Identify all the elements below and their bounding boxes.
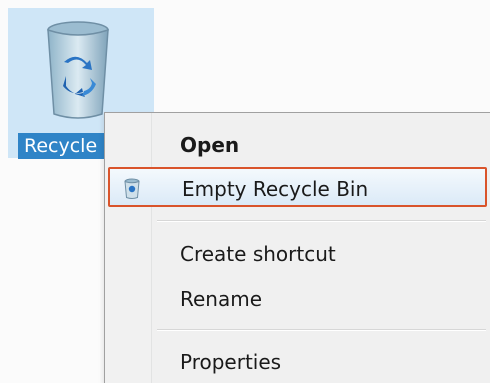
recycle-bin-small-icon [124,178,140,199]
desktop: Recycle Bin Open Empty Recycle Bin Creat… [0,0,490,383]
menu-item-open[interactable]: Open [108,125,487,165]
menu-item-rename[interactable]: Rename [108,279,487,319]
context-menu: Open Empty Recycle Bin Create shortcut R… [104,112,490,383]
menu-item-empty-recycle-bin[interactable]: Empty Recycle Bin [108,167,487,207]
menu-item-create-shortcut[interactable]: Create shortcut [108,234,487,274]
menu-item-label: Properties [180,350,282,374]
menu-item-label: Open [180,133,240,157]
menu-item-label: Rename [180,287,263,311]
menu-separator [157,329,486,331]
menu-item-label: Create shortcut [180,242,336,266]
menu-item-properties[interactable]: Properties [108,342,487,382]
recycle-bin-icon [47,21,109,119]
menu-separator [157,220,486,222]
menu-item-label: Empty Recycle Bin [182,177,369,201]
